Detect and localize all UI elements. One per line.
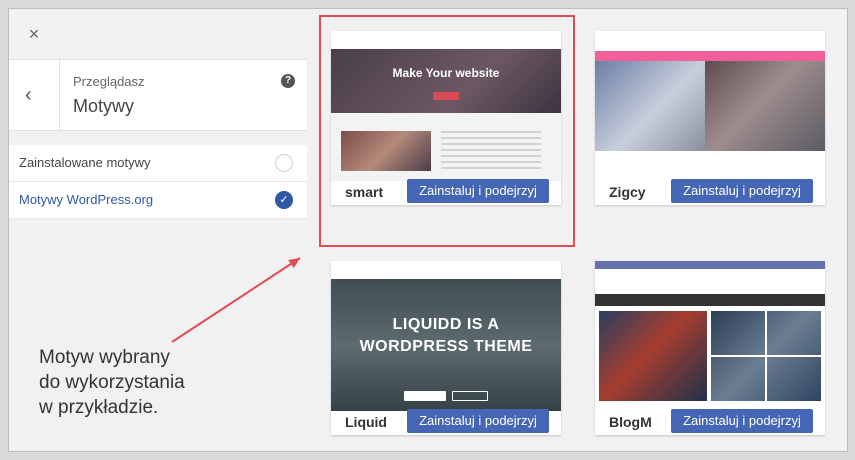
breadcrumb-panel: ‹ Przeglądasz Motywy ? [9, 59, 307, 131]
preview-hero-line-1: LIQUIDD IS A [392, 316, 500, 333]
thumbnail-header [595, 269, 825, 295]
preview-hero-title: LIQUIDD IS A WORDPRESS THEME [331, 314, 561, 358]
theme-source-list: Zainstalowane motywy Motywy WordPress.or… [9, 145, 307, 219]
source-installed-themes[interactable]: Zainstalowane motywy [9, 145, 307, 182]
close-icon[interactable]: × [23, 23, 45, 45]
theme-card-liquid[interactable]: LIQUIDD IS A WORDPRESS THEME Liquid Zain… [331, 261, 561, 435]
theme-card-zigcy[interactable]: Zigcy Zainstaluj i podejrzyj [595, 31, 825, 205]
thumbnail-hero: LIQUIDD IS A WORDPRESS THEME [331, 279, 561, 411]
preview-button-primary [404, 391, 446, 401]
theme-footer: BlogM Zainstaluj i podejrzyj [595, 409, 825, 435]
theme-name: BlogM [609, 414, 652, 430]
theme-name: Liquid [345, 414, 387, 430]
theme-thumbnail-liquid[interactable]: LIQUIDD IS A WORDPRESS THEME [331, 261, 561, 411]
annotation-line-3: w przykładzie. [39, 397, 159, 418]
theme-footer: Zigcy Zainstaluj i podejrzyj [595, 179, 825, 205]
preview-main-image [599, 311, 707, 401]
thumbnail-pink-bar [595, 51, 825, 61]
theme-card-blogm[interactable]: BlogM Zainstaluj i podejrzyj [595, 261, 825, 435]
preview-image-right [705, 61, 825, 151]
source-installed-label: Zainstalowane motywy [19, 155, 151, 170]
preview-grid [711, 311, 821, 401]
back-icon[interactable]: ‹ [25, 84, 32, 107]
theme-footer: Liquid Zainstaluj i podejrzyj [331, 409, 561, 435]
theme-thumbnail-zigcy[interactable] [595, 31, 825, 181]
breadcrumb: Przeglądasz [73, 74, 145, 89]
radio-installed-themes[interactable] [275, 154, 293, 172]
thumbnail-nav [595, 294, 825, 306]
customizer-window: × ‹ Przeglądasz Motywy ? Zainstalowane m… [8, 8, 848, 452]
preview-image-left [595, 61, 705, 151]
help-icon[interactable]: ? [281, 74, 295, 88]
header-divider [59, 60, 60, 130]
source-wordpress-label: Motywy WordPress.org [19, 192, 154, 207]
selection-highlight [319, 15, 575, 247]
section-title: Motywy [73, 96, 135, 116]
thumbnail-topbar [595, 261, 825, 269]
preview-bottom [595, 151, 825, 181]
thumbnail-topbar [331, 261, 561, 280]
theme-thumbnail-blogm[interactable] [595, 261, 825, 411]
annotation-line-1: Motyw wybrany [39, 347, 170, 368]
preview-button-secondary [452, 391, 488, 401]
annotation-text: Motyw wybrany do wykorzystania w przykła… [39, 345, 185, 420]
theme-name: Zigcy [609, 184, 646, 200]
source-wordpress-org[interactable]: Motywy WordPress.org ✓ [9, 182, 307, 219]
annotation-line-2: do wykorzystania [39, 372, 185, 393]
install-preview-button[interactable]: Zainstaluj i podejrzyj [671, 179, 813, 203]
preview-hero-line-2: WORDPRESS THEME [359, 338, 533, 355]
thumbnail-topbar [595, 31, 825, 52]
checkmark-icon[interactable]: ✓ [275, 191, 293, 209]
install-preview-button[interactable]: Zainstaluj i podejrzyj [407, 409, 549, 433]
install-preview-button[interactable]: Zainstaluj i podejrzyj [671, 409, 813, 433]
